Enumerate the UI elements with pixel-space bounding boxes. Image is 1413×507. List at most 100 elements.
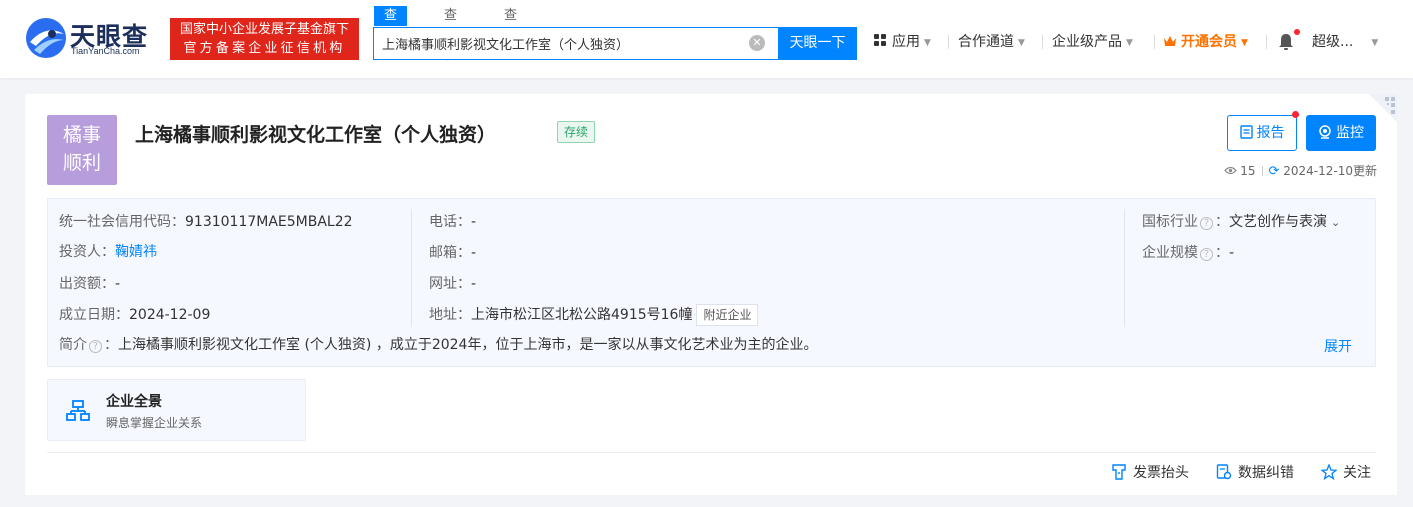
credit-code-value: 91310117MAE5MBAL22 — [185, 214, 353, 230]
nav-open-vip[interactable]: 开通会员 ▼ — [1163, 32, 1248, 52]
eye-icon — [1224, 166, 1238, 175]
nearby-companies-button[interactable]: 附近企业 — [696, 304, 759, 326]
clear-icon[interactable]: ✕ — [749, 35, 765, 51]
search-box: ✕ 天眼一下 — [373, 27, 857, 60]
expand-link[interactable]: 展开 — [1324, 336, 1352, 356]
intro-text: 上海橘事顺利影视文化工作室 (个人独资) ，成立于2024年，位于上海市，是一家… — [118, 337, 818, 353]
industry-label: 国标行业 — [1142, 214, 1198, 230]
address-row: 地址：上海市松江区北松公路4915号16幢 附近企业 — [429, 304, 759, 326]
email-row: 邮箱：- — [429, 243, 476, 263]
invoice-label: 发票抬头 — [1133, 465, 1189, 481]
monitor-camera-icon — [1319, 125, 1331, 139]
scale-value: - — [1229, 245, 1235, 261]
chevron-down-icon: ▼ — [1371, 38, 1379, 48]
monitor-button[interactable]: 监控 — [1306, 115, 1376, 151]
intro-label: 简介 — [59, 337, 87, 353]
nav-apps[interactable]: 应用 ▼ — [874, 32, 931, 52]
banner-line1: 国家中小企业发展子基金旗下 — [179, 22, 349, 37]
search-button[interactable]: 天眼一下 — [778, 27, 857, 60]
info-column-divider — [1124, 209, 1125, 327]
capital-row: 出资额：- — [59, 274, 120, 294]
help-icon[interactable]: ? — [89, 340, 102, 353]
phone-value: - — [471, 214, 477, 230]
report-label: 报告 — [1256, 125, 1285, 141]
invoice-title-action[interactable]: 发票抬头 — [1111, 463, 1189, 483]
founded-value: 2024-12-09 — [129, 307, 211, 323]
nav-divider — [1154, 35, 1155, 49]
nav-enterprise-products[interactable]: 企业级产品 ▼ — [1052, 32, 1133, 52]
website-row: 网址：- — [429, 274, 476, 294]
nav-cooperation[interactable]: 合作通道 ▼ — [958, 32, 1025, 52]
user-name: 超级... — [1312, 34, 1354, 50]
tianyancha-logo[interactable]: 天眼查 TianYanCha.com — [24, 16, 164, 60]
company-card: 橘事 顺利 上海橘事顺利影视文化工作室（个人独资） 存续 报告 监控 15 ⟳ 2… — [25, 94, 1397, 495]
investor-link[interactable]: 鞠婧祎 — [115, 244, 157, 260]
nav-divider — [948, 35, 949, 49]
colon: ： — [1215, 214, 1229, 230]
data-correction-action[interactable]: 数据纠错 — [1216, 463, 1294, 483]
update-date: 2024-12-10更新 — [1283, 164, 1377, 178]
founded-label: 成立日期： — [59, 307, 129, 323]
invoice-icon — [1112, 464, 1126, 480]
view-count: 15 — [1240, 164, 1256, 178]
credit-code-label: 统一社会信用代码： — [59, 214, 185, 230]
phone-label: 电话： — [429, 214, 471, 230]
phone-row: 电话：- — [429, 212, 476, 232]
org-chart-icon — [66, 400, 90, 421]
chevron-down-icon: ▼ — [1241, 38, 1248, 48]
chevron-down-icon: ▼ — [924, 38, 931, 48]
investor-row: 投资人：鞠婧祎 — [59, 242, 157, 262]
company-overview-card[interactable]: 企业全景 瞬息掌握企业关系 — [47, 379, 306, 441]
divider — [47, 452, 1376, 453]
email-value: - — [471, 245, 477, 261]
colon: ： — [104, 337, 118, 353]
logo-eye-icon — [26, 18, 66, 58]
nav-apps-label: 应用 — [892, 34, 920, 50]
email-label: 邮箱： — [429, 245, 471, 261]
notification-dot — [1294, 29, 1300, 35]
address-label: 地址： — [429, 307, 471, 323]
industry-row: 国标行业? ：文艺创作与表演 ⌄ — [1142, 212, 1340, 233]
basic-info-panel: 统一社会信用代码：91310117MAE5MBAL22 投资人：鞠婧祎 出资额：… — [47, 198, 1376, 367]
help-icon[interactable]: ? — [1200, 217, 1213, 230]
nav-vip-label: 开通会员 — [1181, 34, 1237, 50]
banner-line2: 官方备案企业征信机构 — [183, 41, 346, 56]
chevron-down-icon[interactable]: ⌄ — [1331, 216, 1340, 229]
view-update-meta: 15 ⟳ 2024-12-10更新 — [1215, 162, 1377, 180]
crown-icon — [1164, 36, 1176, 46]
intro-row: 简介? ：上海橘事顺利影视文化工作室 (个人独资) ，成立于2024年，位于上海市… — [59, 335, 817, 355]
monitor-label: 监控 — [1336, 125, 1364, 141]
company-logo-avatar: 橘事 顺利 — [47, 115, 117, 185]
nav-enterprise-label: 企业级产品 — [1052, 34, 1122, 50]
website-label: 网址： — [429, 276, 471, 292]
nav-cooperation-label: 合作通道 — [958, 34, 1014, 50]
nav-divider — [1042, 35, 1043, 49]
website-value: - — [471, 276, 477, 292]
overview-subtitle: 瞬息掌握企业关系 — [106, 416, 203, 430]
overview-title: 企业全景 — [106, 394, 162, 410]
avatar-line1: 橘事 — [62, 124, 101, 146]
nav-divider — [1266, 35, 1267, 49]
report-button[interactable]: 报告 — [1227, 115, 1297, 151]
official-banner: 国家中小企业发展子基金旗下 官方备案企业征信机构 — [170, 18, 359, 60]
nav-user-menu[interactable]: 超级... ▼ — [1312, 32, 1378, 52]
tab-search-company[interactable]: 查公司 — [374, 6, 408, 63]
capital-value: - — [115, 276, 121, 292]
star-icon — [1320, 463, 1338, 481]
tab-search-boss[interactable]: 查老板 — [444, 6, 457, 63]
industry-value[interactable]: 文艺创作与表演 — [1229, 214, 1327, 230]
search-input[interactable] — [382, 28, 742, 59]
investor-label: 投资人： — [59, 244, 115, 260]
address-value: 上海市松江区北松公路4915号16幢 — [471, 307, 693, 323]
follow-action[interactable]: 关注 — [1320, 463, 1371, 483]
info-column-divider — [411, 209, 412, 327]
bell-icon[interactable] — [1277, 32, 1295, 52]
document-icon — [1239, 125, 1253, 139]
refresh-icon[interactable]: ⟳ — [1269, 164, 1280, 179]
edit-document-icon — [1216, 464, 1232, 480]
help-icon[interactable]: ? — [1200, 248, 1213, 261]
report-notification-dot — [1292, 111, 1299, 118]
data-correction-label: 数据纠错 — [1238, 465, 1294, 481]
tab-search-relation[interactable]: 查关系 — [504, 6, 517, 63]
grid-icon — [874, 34, 886, 46]
